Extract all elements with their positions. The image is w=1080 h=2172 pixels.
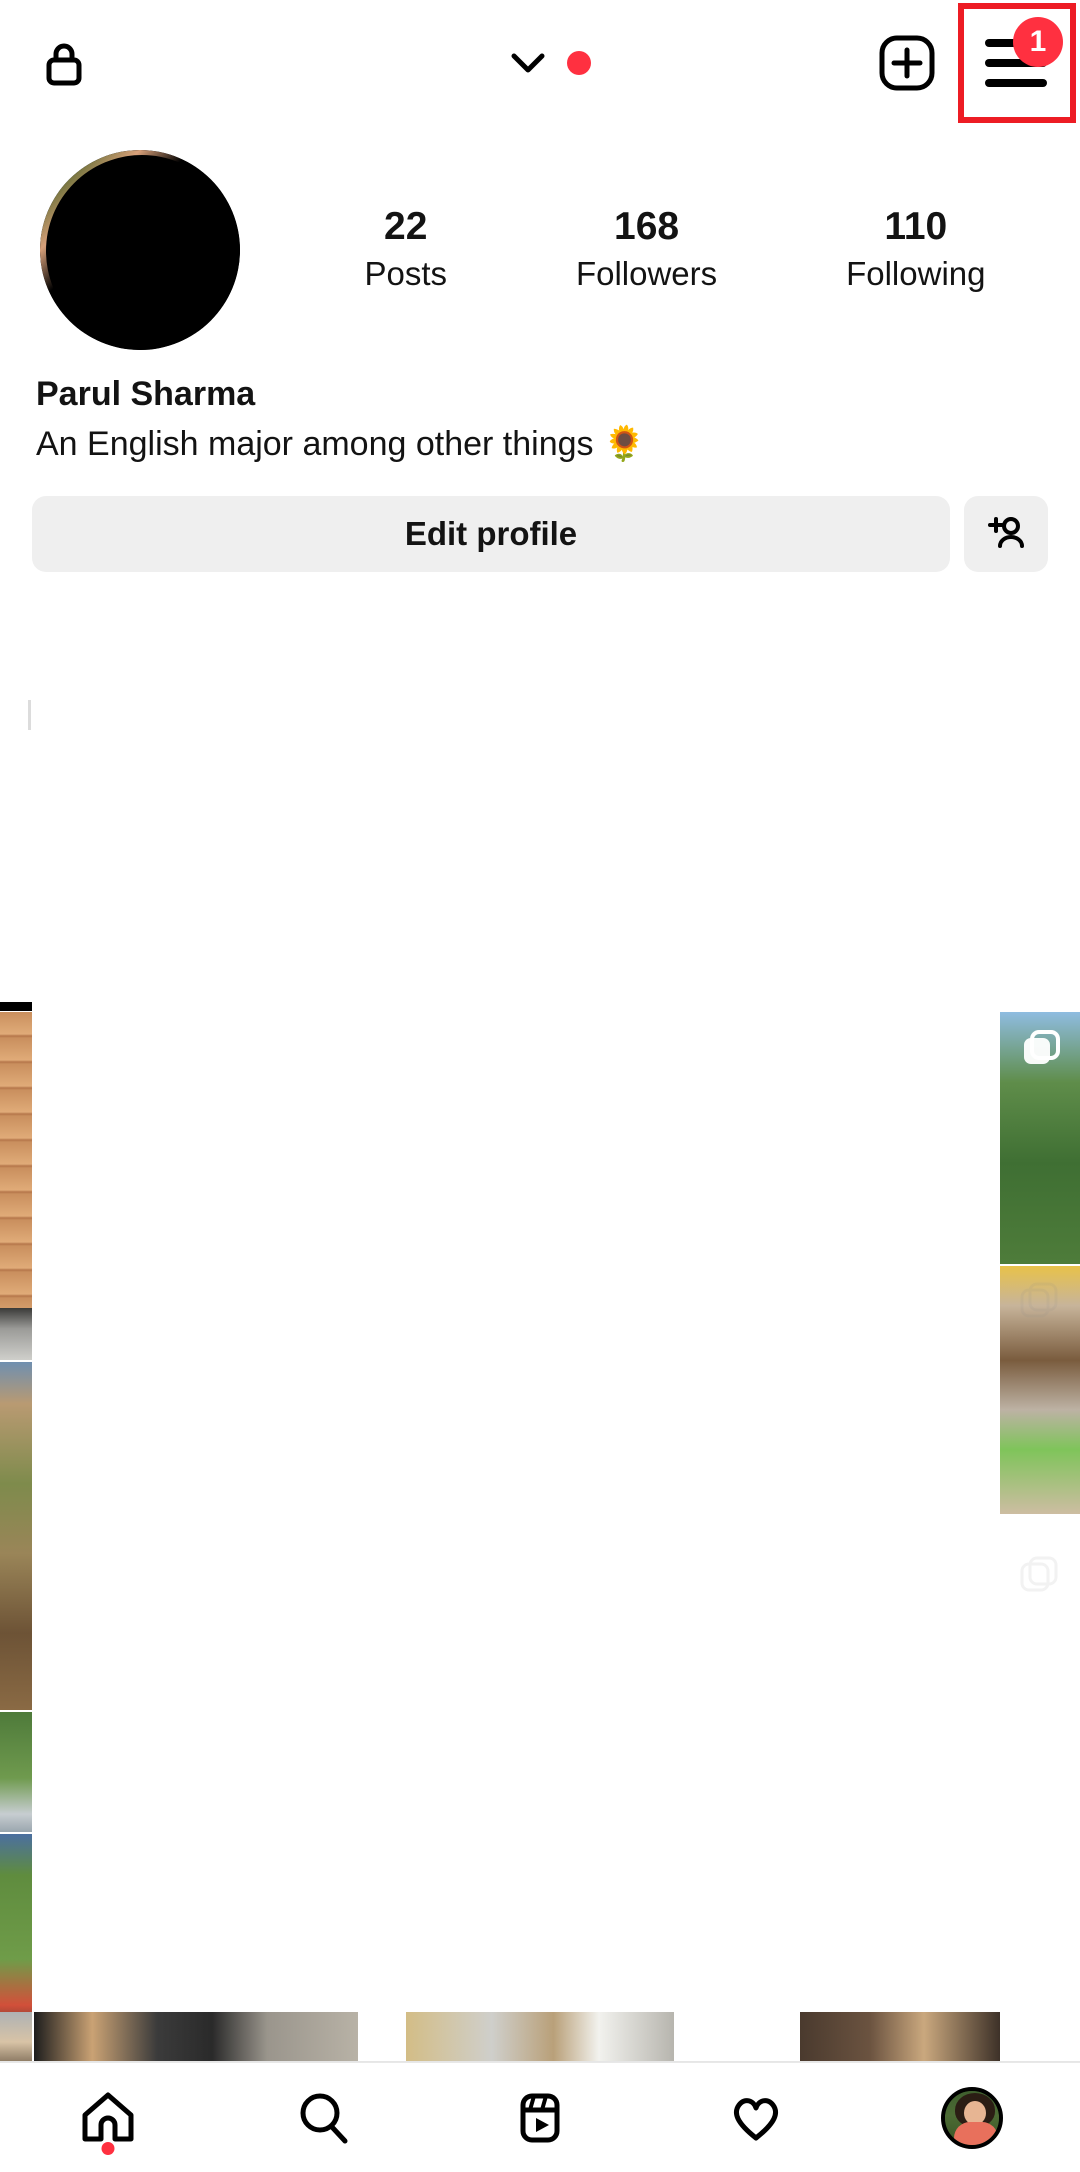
profile-action-row: Edit profile bbox=[32, 496, 1048, 572]
stat-posts[interactable]: 22 Posts bbox=[364, 203, 447, 296]
profile-tabs bbox=[0, 980, 1080, 1011]
grid-bottom-row bbox=[0, 2012, 1080, 2062]
avatar-icon bbox=[941, 2086, 1003, 2149]
followers-label: Followers bbox=[575, 255, 718, 293]
avatar-redaction-overlay bbox=[46, 155, 238, 347]
account-notification-dot bbox=[567, 50, 591, 75]
profile-avatar[interactable] bbox=[40, 150, 240, 350]
instagram-profile-screen: 1 22 Posts 168 Followers 110 Following P… bbox=[0, 0, 1080, 2172]
nav-item-profile[interactable] bbox=[864, 2063, 1080, 2172]
profile-content-placeholder bbox=[0, 580, 1080, 980]
nav-item-reels[interactable] bbox=[432, 2063, 648, 2172]
top-bar-actions: 1 bbox=[857, 0, 1080, 125]
search-icon bbox=[295, 2089, 353, 2147]
nav-item-home[interactable] bbox=[0, 2063, 216, 2172]
grid-thumbnail[interactable] bbox=[1000, 1012, 1080, 1264]
posts-count: 22 bbox=[384, 205, 428, 249]
nav-item-search[interactable] bbox=[216, 2063, 432, 2172]
reels-icon bbox=[511, 2089, 569, 2147]
create-post-button[interactable] bbox=[857, 0, 957, 125]
posts-label: Posts bbox=[364, 255, 448, 293]
profile-bio: An English major among other things 🌻 bbox=[36, 425, 646, 464]
grid-thumbnail[interactable] bbox=[0, 1362, 32, 1710]
add-person-icon bbox=[984, 512, 1028, 556]
nav-item-likes[interactable] bbox=[648, 2063, 864, 2172]
bottom-navigation-bar bbox=[0, 2062, 1080, 2172]
profile-name-bio: Parul Sharma An English major among othe… bbox=[36, 372, 936, 468]
profile-stats: 22 Posts 168 Followers 110 Following bbox=[240, 203, 1080, 296]
menu-badge: 1 bbox=[1013, 16, 1063, 67]
discover-people-button[interactable] bbox=[964, 496, 1048, 572]
edit-profile-button[interactable]: Edit profile bbox=[32, 496, 950, 572]
home-icon bbox=[79, 2089, 137, 2147]
tab-active-indicator-grid[interactable] bbox=[0, 1002, 32, 1011]
avatar-face bbox=[964, 2100, 986, 2125]
carousel-icon bbox=[1018, 1280, 1062, 1324]
following-count: 110 bbox=[884, 205, 948, 249]
heart-icon bbox=[727, 2089, 785, 2147]
following-label: Following bbox=[846, 255, 986, 293]
plus-square-icon bbox=[878, 34, 936, 92]
followers-count: 168 bbox=[614, 205, 680, 249]
profile-header: 22 Posts 168 Followers 110 Following bbox=[0, 140, 1080, 360]
carousel-icon bbox=[1020, 1028, 1064, 1072]
hamburger-menu-icon: 1 bbox=[985, 16, 1063, 87]
home-notification-dot bbox=[101, 2141, 115, 2155]
avatar-body bbox=[954, 2121, 998, 2145]
posts-grid bbox=[0, 1012, 1080, 2063]
grid-thumbnail[interactable] bbox=[0, 2012, 32, 2062]
carousel-icon bbox=[1018, 1554, 1062, 1598]
grid-thumbnail[interactable] bbox=[0, 1012, 32, 1360]
loading-placeholder-bar bbox=[28, 700, 31, 730]
grid-thumbnail[interactable] bbox=[800, 2012, 1000, 2062]
grid-thumbnail[interactable] bbox=[0, 1712, 32, 1832]
stat-following[interactable]: 110 Following bbox=[846, 203, 985, 296]
chevron-down-icon[interactable] bbox=[505, 40, 551, 86]
profile-full-name: Parul Sharma bbox=[36, 375, 256, 413]
menu-line-3 bbox=[985, 78, 1047, 87]
top-bar: 1 bbox=[0, 0, 1080, 125]
menu-button[interactable]: 1 bbox=[957, 3, 1075, 123]
grid-thumbnail[interactable] bbox=[34, 2012, 358, 2062]
grid-thumbnail[interactable] bbox=[406, 2012, 674, 2062]
stat-followers[interactable]: 168 Followers bbox=[576, 203, 717, 296]
